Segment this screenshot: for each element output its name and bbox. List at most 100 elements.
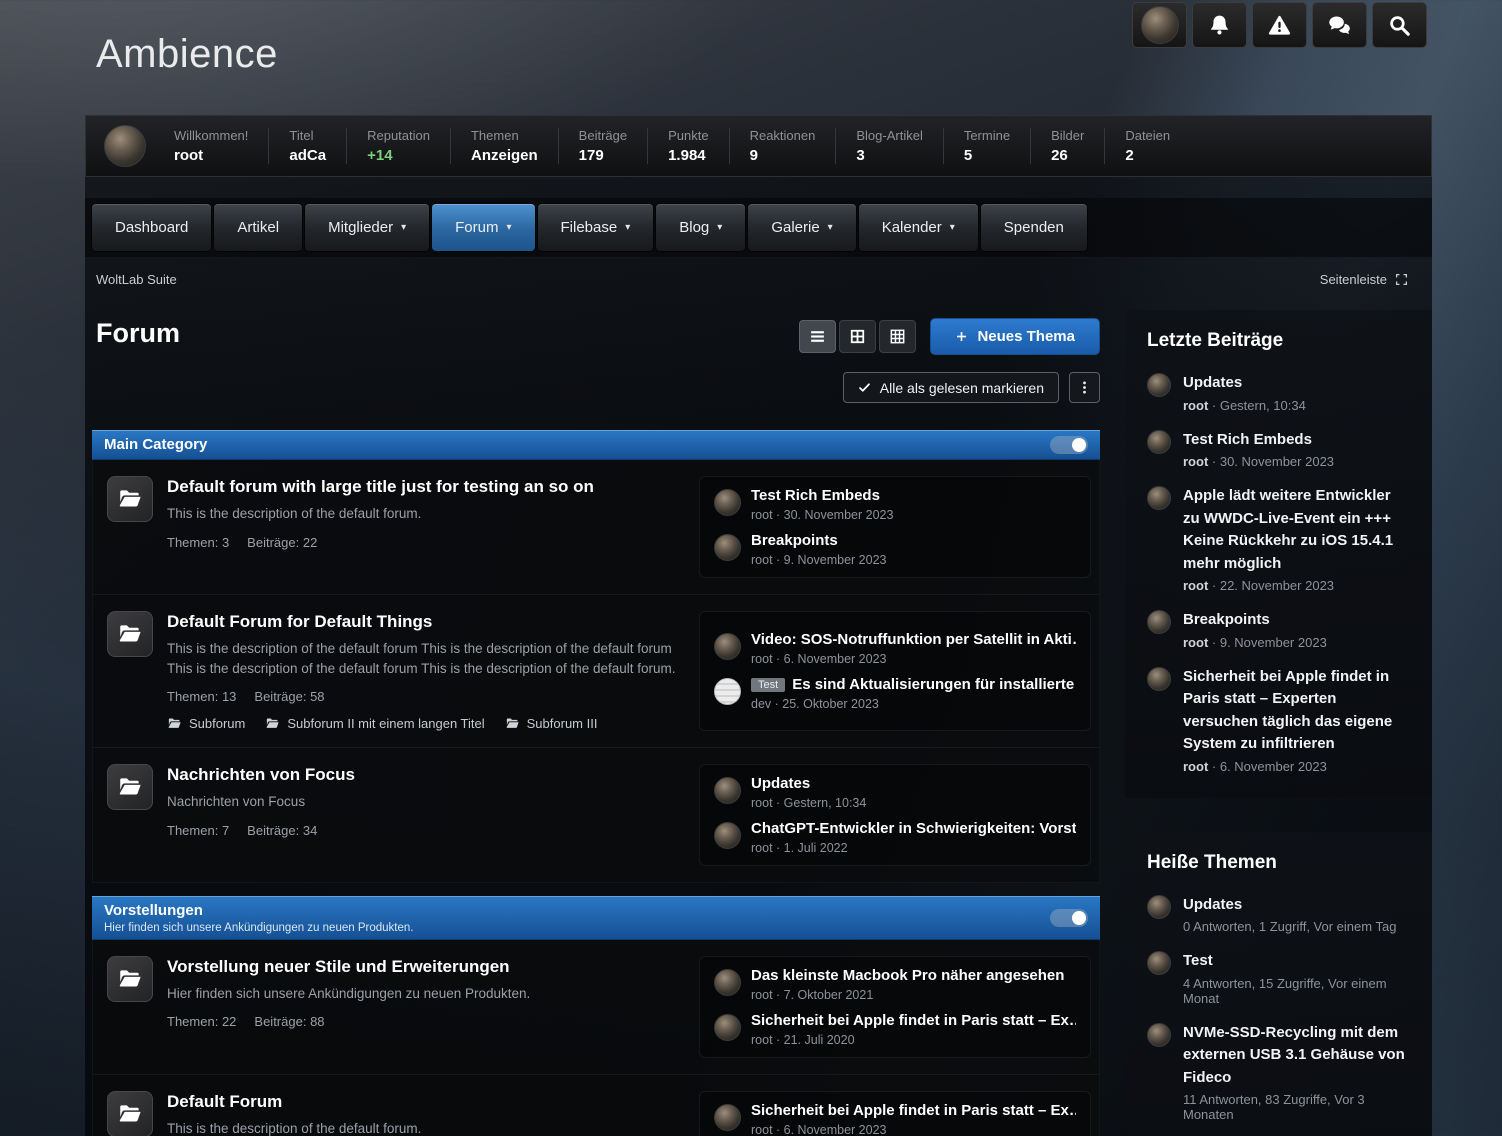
category-title[interactable]: Vorstellungen bbox=[104, 902, 413, 921]
latest-post[interactable]: Test Rich Embeds root · 30. November 2023 bbox=[714, 487, 1076, 522]
search-button[interactable] bbox=[1372, 2, 1427, 48]
sidebar-post[interactable]: Breakpointsroot · 9. November 2023 bbox=[1147, 609, 1410, 650]
forum-title[interactable]: Vorstellung neuer Stile und Erweiterunge… bbox=[167, 957, 685, 977]
stat-dateien[interactable]: Dateien2 bbox=[1104, 128, 1190, 164]
latest-post[interactable]: Video: SOS-Notruffunktion per Satellit i… bbox=[714, 631, 1076, 666]
nav-mitglieder[interactable]: Mitglieder▾ bbox=[305, 204, 429, 251]
subforum-link[interactable]: Subforum II mit einem langen Titel bbox=[265, 716, 484, 731]
nav-filebase[interactable]: Filebase▾ bbox=[538, 204, 654, 251]
chevron-down-icon: ▾ bbox=[828, 222, 833, 233]
user-avatar bbox=[714, 678, 741, 705]
stat-termine[interactable]: Termine5 bbox=[943, 128, 1030, 164]
sidebar-topic[interactable]: Test4 Antworten, 15 Zugriffe, Vor einem … bbox=[1147, 950, 1410, 1006]
breadcrumb-bar: WoltLab Suite Seitenleiste bbox=[85, 265, 1432, 293]
stat-blog-artikel[interactable]: Blog-Artikel3 bbox=[835, 128, 942, 164]
latest-post[interactable]: Breakpointsroot · 9. November 2023 bbox=[714, 532, 1076, 567]
post-title[interactable]: TestEs sind Aktualisierungen für install… bbox=[751, 676, 1076, 693]
user-avatar bbox=[1147, 951, 1171, 975]
nav-dashboard[interactable]: Dashboard bbox=[92, 204, 211, 251]
sidebar-topic[interactable]: NVMe-SSD-Recycling mit dem externen USB … bbox=[1147, 1022, 1410, 1123]
forum-description: This is the description of the default f… bbox=[167, 639, 685, 678]
stat-titel: TiteladCa bbox=[268, 128, 346, 164]
sidebar-post[interactable]: Apple lädt weitere Entwickler zu WWDC-Li… bbox=[1147, 485, 1410, 593]
category-collapse-toggle[interactable] bbox=[1050, 909, 1088, 927]
sidebar-post[interactable]: Sicherheit bei Apple findet in Paris sta… bbox=[1147, 666, 1410, 774]
post-title[interactable]: Breakpoints bbox=[751, 532, 887, 549]
sidebar-post[interactable]: Test Rich Embedsroot · 30. November 2023 bbox=[1147, 429, 1410, 470]
compact-grid-view-button[interactable] bbox=[879, 320, 916, 353]
mark-all-read-button[interactable]: Alle als gelesen markieren bbox=[843, 372, 1059, 403]
latest-post[interactable]: Sicherheit bei Apple findet in Paris sta… bbox=[714, 1102, 1076, 1136]
stat-reaktionen[interactable]: Reaktionen9 bbox=[729, 128, 836, 164]
user-menu-button[interactable] bbox=[1132, 2, 1187, 48]
category-header: Main Category bbox=[92, 430, 1100, 460]
forum-title[interactable]: Default Forum bbox=[167, 1092, 685, 1112]
category-collapse-toggle[interactable] bbox=[1050, 436, 1088, 454]
grid-2-view-icon bbox=[849, 328, 866, 345]
nav-artikel[interactable]: Artikel bbox=[214, 204, 302, 251]
nav-galerie[interactable]: Galerie▾ bbox=[748, 204, 855, 251]
post-meta: root · 7. Oktober 2021 bbox=[751, 988, 1064, 1002]
forum-title[interactable]: Nachrichten von Focus bbox=[167, 765, 685, 785]
post-title[interactable]: ChatGPT-Entwickler in Schwierigkeiten: V… bbox=[751, 820, 1076, 837]
subforum-link[interactable]: Subforum III bbox=[505, 716, 598, 731]
forum-title[interactable]: Default forum with large title just for … bbox=[167, 477, 685, 497]
sidebar-toggle[interactable]: Seitenleiste bbox=[1320, 272, 1408, 287]
user-avatar bbox=[1147, 667, 1171, 691]
notifications-button[interactable] bbox=[1192, 2, 1247, 48]
user-avatar bbox=[714, 777, 741, 804]
forum-row: Default forum with large title just for … bbox=[93, 460, 1099, 594]
post-title[interactable]: Sicherheit bei Apple findet in Paris sta… bbox=[751, 1102, 1076, 1119]
post-title[interactable]: Test Rich Embeds bbox=[751, 487, 893, 504]
page-title: Forum bbox=[96, 318, 180, 349]
post-title[interactable]: Das kleinste Macbook Pro näher angesehen bbox=[751, 967, 1064, 984]
post-title[interactable]: Sicherheit bei Apple findet in Paris sta… bbox=[751, 1012, 1076, 1029]
more-options-button[interactable] bbox=[1069, 372, 1100, 403]
chevron-down-icon: ▾ bbox=[625, 222, 630, 233]
chat-icon bbox=[1327, 13, 1352, 38]
latest-post[interactable]: ChatGPT-Entwickler in Schwierigkeiten: V… bbox=[714, 820, 1076, 855]
latest-post[interactable]: TestEs sind Aktualisierungen für install… bbox=[714, 676, 1076, 711]
user-avatar[interactable] bbox=[104, 125, 146, 167]
list-view-button[interactable] bbox=[799, 320, 836, 353]
user-avatar bbox=[714, 822, 741, 849]
forum-stats: Themen: 22Beiträge: 88 bbox=[167, 1014, 685, 1029]
subforum-link[interactable]: Subforum bbox=[167, 716, 245, 731]
moderation-button[interactable] bbox=[1252, 2, 1307, 48]
nav-spenden[interactable]: Spenden bbox=[981, 204, 1087, 251]
post-title[interactable]: Video: SOS-Notruffunktion per Satellit i… bbox=[751, 631, 1076, 648]
toggle-knob bbox=[1072, 911, 1086, 925]
stat-themen[interactable]: ThemenAnzeigen bbox=[450, 128, 558, 164]
latest-post[interactable]: Updatesroot · Gestern, 10:34 bbox=[714, 775, 1076, 810]
warning-icon bbox=[1267, 13, 1292, 38]
forum-title[interactable]: Default Forum for Default Things bbox=[167, 612, 685, 632]
latest-post[interactable]: Das kleinste Macbook Pro näher angesehen… bbox=[714, 967, 1076, 1002]
stat-willkommen: Willkommen!root bbox=[154, 128, 268, 164]
category-title[interactable]: Main Category bbox=[104, 436, 207, 455]
stat-reputation[interactable]: Reputation+14 bbox=[346, 128, 450, 164]
nav-kalender[interactable]: Kalender▾ bbox=[859, 204, 978, 251]
user-avatar bbox=[1147, 486, 1171, 510]
nav-forum[interactable]: Forum▾ bbox=[432, 204, 534, 251]
breadcrumb[interactable]: WoltLab Suite bbox=[96, 272, 177, 287]
stat-bilder[interactable]: Bilder26 bbox=[1030, 128, 1104, 164]
stat-punkte[interactable]: Punkte1.984 bbox=[647, 128, 728, 164]
sidebar-topic[interactable]: Updates0 Antworten, 1 Zugriff, Vor einem… bbox=[1147, 894, 1410, 935]
conversations-button[interactable] bbox=[1312, 2, 1367, 48]
user-avatar bbox=[1147, 610, 1171, 634]
new-topic-button[interactable]: Neues Thema bbox=[930, 318, 1100, 355]
header-icon-bar bbox=[1132, 2, 1427, 48]
sidebar-box-title: Letzte Beiträge bbox=[1147, 330, 1410, 352]
stat-beitraege[interactable]: Beiträge179 bbox=[558, 128, 647, 164]
nav-blog[interactable]: Blog▾ bbox=[656, 204, 745, 251]
grid-view-button[interactable] bbox=[839, 320, 876, 353]
latest-posts-panel: Test Rich Embeds root · 30. November 2023… bbox=[699, 476, 1091, 578]
post-meta: root · 30. November 2023 bbox=[751, 508, 893, 522]
post-title[interactable]: Updates bbox=[751, 775, 866, 792]
latest-post[interactable]: Sicherheit bei Apple findet in Paris sta… bbox=[714, 1012, 1076, 1047]
sidebar-post[interactable]: Updatesroot · Gestern, 10:34 bbox=[1147, 372, 1410, 413]
chevron-down-icon: ▾ bbox=[717, 222, 722, 233]
post-meta: dev · 25. Oktober 2023 bbox=[751, 697, 1076, 711]
site-logo[interactable]: Ambience bbox=[96, 32, 278, 77]
main-navigation: Dashboard Artikel Mitglieder▾ Forum▾ Fil… bbox=[85, 198, 1432, 258]
